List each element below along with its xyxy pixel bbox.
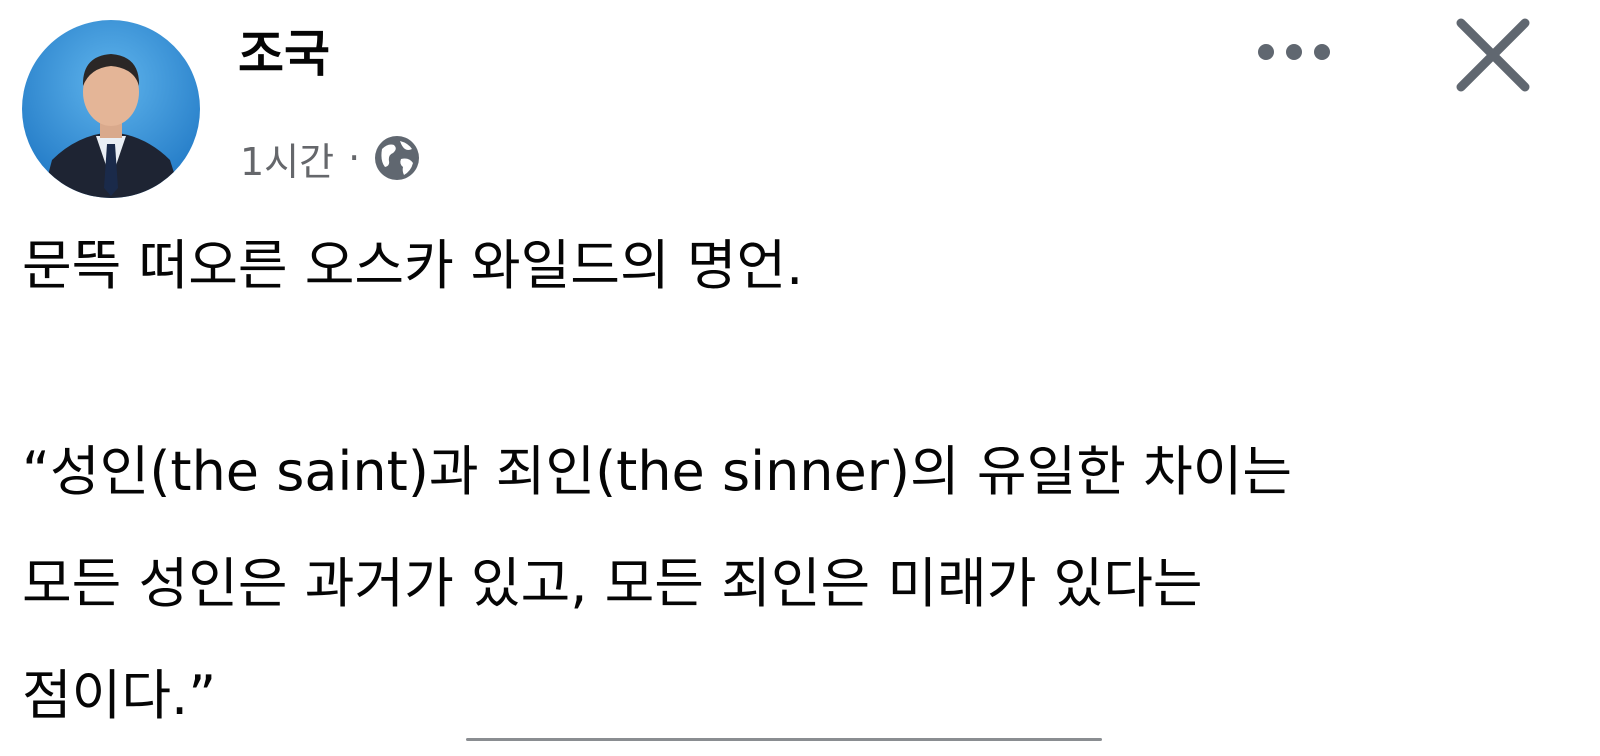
facebook-post: 조국 1시간 · 문뜩 떠오른 오스카 와일드의 명언. “성인(the sai… bbox=[0, 0, 1600, 756]
globe-icon[interactable] bbox=[372, 133, 422, 183]
post-body: 문뜩 떠오른 오스카 와일드의 명언. “성인(the saint)과 죄인(t… bbox=[22, 234, 1582, 726]
meta-separator: · bbox=[348, 136, 361, 180]
more-dots-icon bbox=[1258, 44, 1330, 60]
avatar-photo bbox=[22, 20, 200, 198]
post-intro-text: 문뜩 떠오른 오스카 와일드의 명언. bbox=[22, 234, 804, 297]
divider bbox=[466, 738, 1102, 741]
author-avatar[interactable] bbox=[22, 20, 200, 198]
more-options-button[interactable] bbox=[1246, 22, 1342, 82]
author-name[interactable]: 조국 bbox=[238, 14, 330, 94]
close-button[interactable] bbox=[1446, 8, 1540, 102]
post-timestamp[interactable]: 1시간 bbox=[240, 131, 334, 186]
close-icon bbox=[1456, 18, 1530, 92]
post-meta: 1시간 · bbox=[240, 128, 422, 188]
quote-line: 점이다.” bbox=[22, 664, 217, 727]
quote-line: “성인(the saint)과 죄인(the sinner)의 유일한 차이는 bbox=[22, 440, 1293, 503]
quote-line: 모든 성인은 과거가 있고, 모든 죄인은 미래가 있다는 bbox=[22, 552, 1203, 615]
